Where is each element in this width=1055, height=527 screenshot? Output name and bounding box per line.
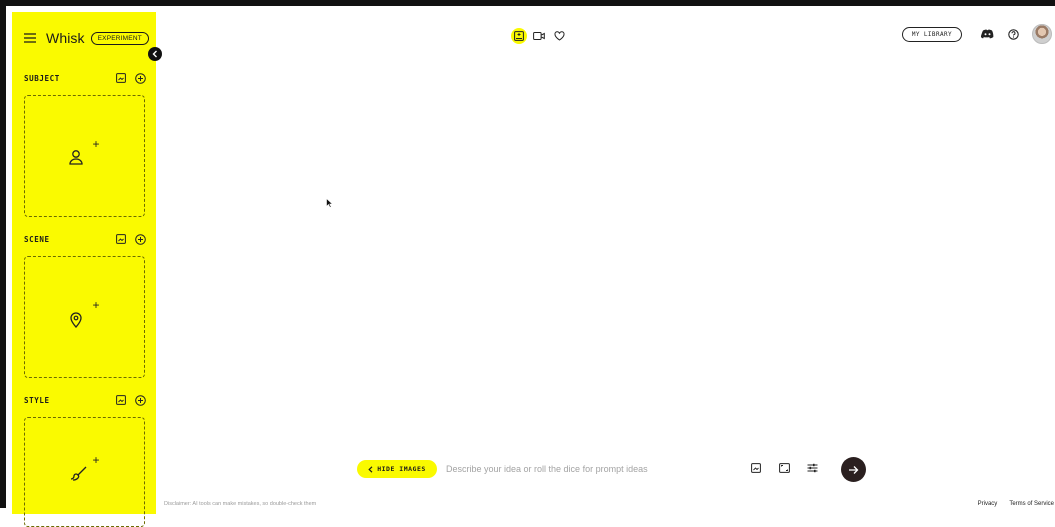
chevron-left-icon bbox=[152, 50, 157, 58]
collapse-sidebar-button[interactable] bbox=[148, 47, 162, 61]
image-upload-icon[interactable] bbox=[115, 395, 126, 406]
view-toggle bbox=[511, 28, 567, 44]
image-upload-icon[interactable] bbox=[115, 234, 126, 245]
submit-button[interactable] bbox=[841, 457, 866, 482]
app-window: Whisk EXPERIMENT SUBJECT + SCENE + STYLE… bbox=[0, 0, 1055, 527]
terms-link[interactable]: Terms of Service bbox=[1009, 501, 1054, 507]
section-style-header: STYLE bbox=[24, 393, 146, 407]
person-add-icon: + bbox=[68, 138, 102, 168]
scene-drop-zone[interactable]: + bbox=[24, 256, 145, 378]
image-icon[interactable] bbox=[511, 28, 527, 44]
section-title: SCENE bbox=[24, 234, 50, 244]
experiment-badge: EXPERIMENT bbox=[90, 31, 149, 45]
privacy-link[interactable]: Privacy bbox=[978, 501, 998, 507]
add-circle-icon[interactable] bbox=[135, 394, 146, 406]
add-circle-icon[interactable] bbox=[135, 233, 146, 245]
heart-icon[interactable] bbox=[551, 28, 567, 44]
hide-images-button[interactable]: HIDE IMAGES bbox=[357, 460, 437, 478]
image-upload-icon[interactable] bbox=[115, 73, 126, 84]
arrow-right-icon bbox=[849, 465, 859, 474]
section-title: SUBJECT bbox=[24, 73, 60, 83]
prompt-tools bbox=[749, 461, 819, 475]
disclaimer-text: Disclaimer: AI tools can make mistakes, … bbox=[164, 501, 317, 507]
section-title: STYLE bbox=[24, 395, 50, 405]
header-right: MY LIBRARY bbox=[901, 24, 1052, 44]
video-icon[interactable] bbox=[531, 28, 547, 44]
mouse-cursor-icon bbox=[326, 195, 334, 213]
subject-drop-zone[interactable]: + bbox=[24, 95, 145, 217]
my-library-button[interactable]: MY LIBRARY bbox=[901, 26, 962, 42]
aspect-ratio-icon[interactable] bbox=[777, 461, 791, 475]
chevron-left-icon bbox=[368, 465, 373, 473]
app-brand: Whisk bbox=[46, 30, 85, 46]
discord-icon[interactable] bbox=[980, 27, 994, 41]
sidebar: Whisk EXPERIMENT SUBJECT + SCENE + STYLE… bbox=[12, 12, 156, 527]
settings-sliders-icon[interactable] bbox=[805, 461, 819, 475]
prompt-input[interactable] bbox=[446, 461, 706, 477]
section-subject-header: SUBJECT bbox=[24, 71, 146, 85]
help-icon[interactable] bbox=[1006, 27, 1020, 41]
sidebar-header: Whisk EXPERIMENT bbox=[22, 30, 149, 46]
footer-links: Privacy Terms of Service bbox=[978, 501, 1054, 507]
add-circle-icon[interactable] bbox=[135, 72, 146, 84]
image-upload-icon[interactable] bbox=[749, 461, 763, 475]
hide-images-label: HIDE IMAGES bbox=[377, 465, 426, 473]
avatar[interactable] bbox=[1032, 24, 1052, 44]
location-pin-icon: + bbox=[68, 299, 102, 329]
hamburger-menu-icon[interactable] bbox=[22, 30, 38, 46]
brush-icon: + bbox=[68, 454, 102, 484]
style-drop-zone[interactable]: + bbox=[24, 417, 145, 527]
section-scene-header: SCENE bbox=[24, 232, 146, 246]
